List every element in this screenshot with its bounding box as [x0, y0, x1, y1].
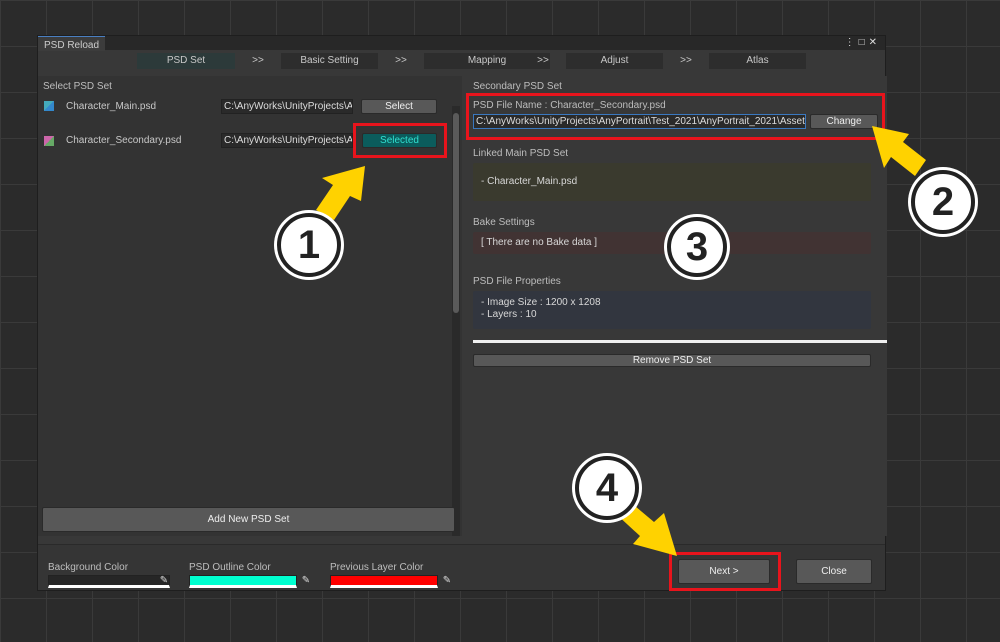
- arrow-1: [316, 166, 365, 220]
- annotation-2: 2: [911, 170, 975, 234]
- annotation-arrows: [316, 126, 926, 556]
- annotation-4: 4: [575, 456, 639, 520]
- annotation-3: 3: [667, 217, 727, 277]
- annotation-1: 1: [277, 213, 341, 277]
- arrow-2: [872, 126, 926, 176]
